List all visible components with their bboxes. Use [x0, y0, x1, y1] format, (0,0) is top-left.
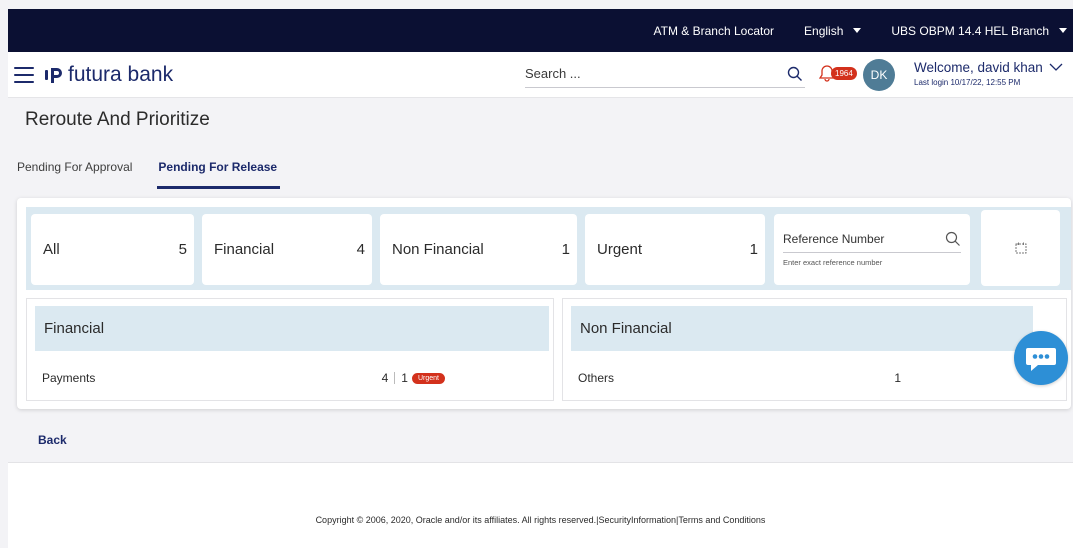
- divider: [394, 372, 396, 384]
- search-input[interactable]: [525, 66, 745, 81]
- summary-card-urgent[interactable]: Urgent 1: [585, 214, 765, 285]
- list-item-count: 1: [894, 371, 901, 385]
- summary-card-label: Non Financial: [392, 241, 484, 258]
- welcome-text: Welcome, david khan: [914, 60, 1043, 75]
- brand-name: futura bank: [68, 62, 174, 86]
- summary-card-count: 4: [356, 241, 365, 258]
- atm-branch-locator-label: ATM & Branch Locator: [653, 23, 775, 38]
- tab-pending-for-approval[interactable]: Pending For Approval: [17, 160, 132, 189]
- reference-hint: Enter exact reference number: [783, 258, 883, 267]
- chevron-down-icon: [1049, 63, 1063, 71]
- summary-card-financial[interactable]: Financial 4: [202, 214, 372, 285]
- page-title: Reroute And Prioritize: [25, 109, 210, 130]
- list-item[interactable]: Payments 4 1 Urgent: [42, 371, 543, 385]
- list-item-label: Others: [578, 371, 615, 385]
- non-financial-section-header: Non Financial: [571, 306, 1033, 351]
- last-login-text: Last login 10/17/22, 12:55 PM: [914, 78, 1021, 87]
- urgent-badge: Urgent: [411, 372, 445, 384]
- non-financial-section: Non Financial Others 1: [562, 298, 1067, 401]
- futura-logo-icon: [45, 67, 62, 83]
- summary-card-label: All: [43, 241, 60, 258]
- footer-text: Copyright © 2006, 2020, Oracle and/or it…: [315, 515, 766, 525]
- tab-pending-for-release[interactable]: Pending For Release: [157, 160, 281, 189]
- summary-card-label: Financial: [214, 241, 275, 258]
- chat-button[interactable]: [1014, 331, 1068, 385]
- language-label: English: [804, 23, 844, 38]
- reference-search-card: Enter exact reference number: [774, 214, 970, 285]
- reference-number-input[interactable]: [783, 232, 933, 246]
- chat-bubble-icon: [1026, 348, 1056, 371]
- calendar-icon: [1015, 242, 1026, 254]
- footer: Copyright © 2006, 2020, Oracle and/or it…: [8, 462, 1073, 548]
- menu-icon[interactable]: [14, 66, 34, 83]
- back-link[interactable]: Back: [38, 433, 67, 447]
- notifications-button[interactable]: 1964: [819, 64, 857, 82]
- main-panel: All 5 Financial 4 Non Financial 1 Urgent…: [17, 198, 1071, 409]
- summary-card-label: Urgent: [597, 241, 643, 258]
- top-bar: ATM & Branch Locator English UBS OBPM 14…: [8, 9, 1073, 52]
- notification-badge: 1964: [831, 66, 857, 80]
- list-item-label: Payments: [42, 371, 96, 385]
- summary-card-count: 1: [561, 241, 570, 258]
- summary-strip: All 5 Financial 4 Non Financial 1 Urgent…: [26, 207, 1071, 290]
- search-icon[interactable]: [945, 231, 961, 247]
- branch-selector[interactable]: UBS OBPM 14.4 HEL Branch: [891, 24, 1067, 38]
- caret-down-icon: [853, 28, 862, 33]
- language-selector[interactable]: English: [804, 23, 862, 38]
- atm-branch-locator-link[interactable]: ATM & Branch Locator: [654, 24, 775, 38]
- tab-bar: Pending For Approval Pending For Release: [17, 160, 281, 189]
- financial-section: Financial Payments 4 1 Urgent: [26, 298, 554, 401]
- search-icon[interactable]: [787, 66, 803, 82]
- date-filter-button[interactable]: [981, 210, 1060, 286]
- summary-card-non-financial[interactable]: Non Financial 1: [380, 214, 577, 285]
- brand-logo[interactable]: futura bank: [44, 63, 173, 87]
- urgent-count: 1: [401, 371, 408, 385]
- header: futura bank 1964 DK Welcome, david khan …: [8, 52, 1073, 98]
- summary-card-all[interactable]: All 5: [31, 214, 194, 285]
- avatar[interactable]: DK: [863, 59, 895, 91]
- user-menu[interactable]: Welcome, david khan Last login 10/17/22,…: [914, 60, 1063, 87]
- caret-down-icon: [1059, 28, 1067, 33]
- branch-label: UBS OBPM 14.4 HEL Branch: [891, 23, 1049, 38]
- summary-card-count: 1: [749, 241, 758, 258]
- list-item-count: 4: [381, 371, 389, 385]
- list-item[interactable]: Others 1: [578, 371, 1056, 385]
- summary-card-count: 5: [178, 241, 187, 258]
- financial-section-header: Financial: [35, 306, 549, 351]
- search-bar: [525, 60, 805, 88]
